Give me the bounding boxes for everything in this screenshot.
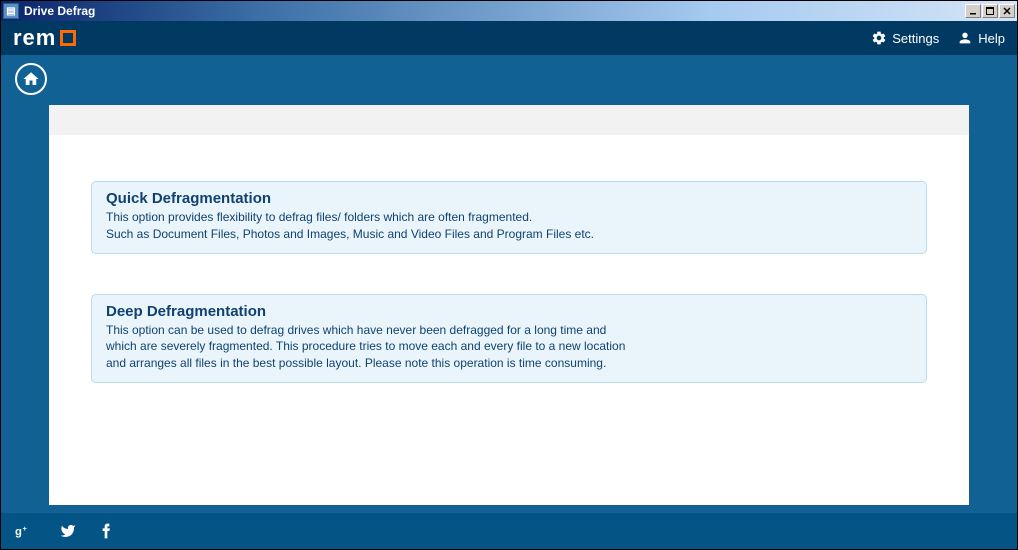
maximize-button[interactable] [982,4,998,18]
settings-label: Settings [892,31,939,46]
help-button[interactable]: Help [957,30,1005,46]
main-area: Quick Defragmentation This option provid… [1,55,1017,513]
close-button[interactable] [999,4,1015,18]
window-title: Drive Defrag [24,4,965,18]
content-topstrip [49,105,969,135]
user-icon [957,30,973,46]
app-icon: ▤ [3,3,19,19]
content-panel: Quick Defragmentation This option provid… [49,105,969,505]
gear-icon [871,30,887,46]
facebook-icon [101,523,111,539]
quick-defrag-title: Quick Defragmentation [106,190,912,207]
settings-button[interactable]: Settings [871,30,939,46]
svg-text:+: + [23,524,28,533]
help-label: Help [978,31,1005,46]
window-titlebar: ▤ Drive Defrag [1,1,1017,21]
home-button[interactable] [15,63,47,95]
home-icon [22,70,40,88]
twitter-button[interactable] [59,523,77,539]
app-header: rem Settings Help [1,21,1017,55]
window-controls [965,4,1015,18]
facebook-button[interactable] [101,523,111,539]
deep-defrag-option[interactable]: Deep Defragmentation This option can be … [91,294,927,383]
googleplus-icon: g + [15,523,35,539]
quick-defrag-option[interactable]: Quick Defragmentation This option provid… [91,181,927,254]
quick-defrag-desc: This option provides flexibility to defr… [106,209,912,243]
logo-text: rem [13,25,56,51]
twitter-icon [59,523,77,539]
minimize-button[interactable] [965,4,981,18]
footer: g + [1,513,1017,549]
svg-text:g: g [15,526,22,538]
logo-square-icon [60,30,76,46]
app-logo: rem [13,25,76,51]
options-area: Quick Defragmentation This option provid… [49,135,969,393]
deep-defrag-title: Deep Defragmentation [106,303,912,320]
googleplus-button[interactable]: g + [15,523,35,539]
deep-defrag-desc: This option can be used to defrag drives… [106,322,912,372]
